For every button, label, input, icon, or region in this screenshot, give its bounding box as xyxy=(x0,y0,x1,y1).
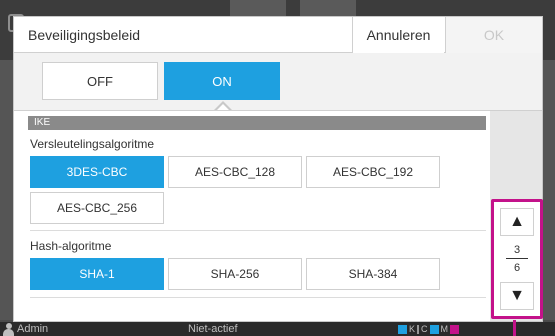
divider xyxy=(30,297,486,298)
status-bar: Admin Niet-actief K C M xyxy=(0,322,555,336)
hash-label: Hash-algoritme xyxy=(30,239,112,253)
page-scroller: ▲ 3 6 ▼ xyxy=(491,199,543,319)
page-fraction-line xyxy=(506,258,528,259)
hash-option-sha-384[interactable]: SHA-384 xyxy=(306,258,440,290)
divider xyxy=(30,230,486,231)
dialog-header: Beveiligingsbeleid Annuleren OK xyxy=(14,17,542,53)
background-panel-left xyxy=(0,60,13,320)
dialog-title: Beveiligingsbeleid xyxy=(28,27,141,43)
ink-cyan-icon xyxy=(429,324,439,334)
hash-option-sha-256[interactable]: SHA-256 xyxy=(168,258,302,290)
encryption-option-aes-cbc-256[interactable]: AES-CBC_256 xyxy=(30,192,164,224)
cancel-button[interactable]: Annuleren xyxy=(352,17,444,53)
toggle-off-label: OFF xyxy=(87,73,113,89)
page-total: 6 xyxy=(513,262,521,274)
status-state: Niet-actief xyxy=(188,323,238,335)
toggle-on-button[interactable]: ON xyxy=(164,62,280,112)
scroll-down-button[interactable]: ▼ xyxy=(500,282,534,310)
encryption-option-3des-cbc[interactable]: 3DES-CBC xyxy=(30,156,164,188)
toggle-on-label: ON xyxy=(212,73,232,89)
encryption-label: Versleutelingsalgoritme xyxy=(30,137,155,151)
background-panel-right xyxy=(543,60,555,320)
ink-label-c: C xyxy=(421,324,428,334)
hash-option-sha-1[interactable]: SHA-1 xyxy=(30,258,164,290)
security-policy-dialog: Beveiligingsbeleid Annuleren OK OFF ON I… xyxy=(13,16,543,322)
ink-label-m: M xyxy=(440,324,449,334)
status-user: Admin xyxy=(17,323,49,335)
ink-magenta-icon xyxy=(450,324,460,334)
ink-label-k: K xyxy=(409,324,416,334)
encryption-option-aes-cbc-128[interactable]: AES-CBC_128 xyxy=(168,156,302,188)
encryption-option-aes-cbc-192[interactable]: AES-CBC_192 xyxy=(306,156,440,188)
toggle-off-button[interactable]: OFF xyxy=(42,62,158,100)
highlight-pointer xyxy=(513,320,516,336)
down-arrow-icon: ▼ xyxy=(509,287,525,304)
settings-content: IKE Versleutelingsalgoritme 3DES-CBC AES… xyxy=(14,110,490,321)
page-current: 3 xyxy=(513,244,521,256)
section-header-ike: IKE xyxy=(28,116,486,130)
ink-bar-icon xyxy=(398,324,407,334)
up-arrow-icon: ▲ xyxy=(509,213,525,230)
ink-divider-icon xyxy=(417,324,420,334)
toggle-area: OFF ON xyxy=(14,54,542,112)
scroll-up-button[interactable]: ▲ xyxy=(500,208,534,236)
user-icon xyxy=(3,323,14,336)
ink-indicator: K C M xyxy=(398,324,460,334)
ok-button[interactable]: OK xyxy=(445,17,542,53)
